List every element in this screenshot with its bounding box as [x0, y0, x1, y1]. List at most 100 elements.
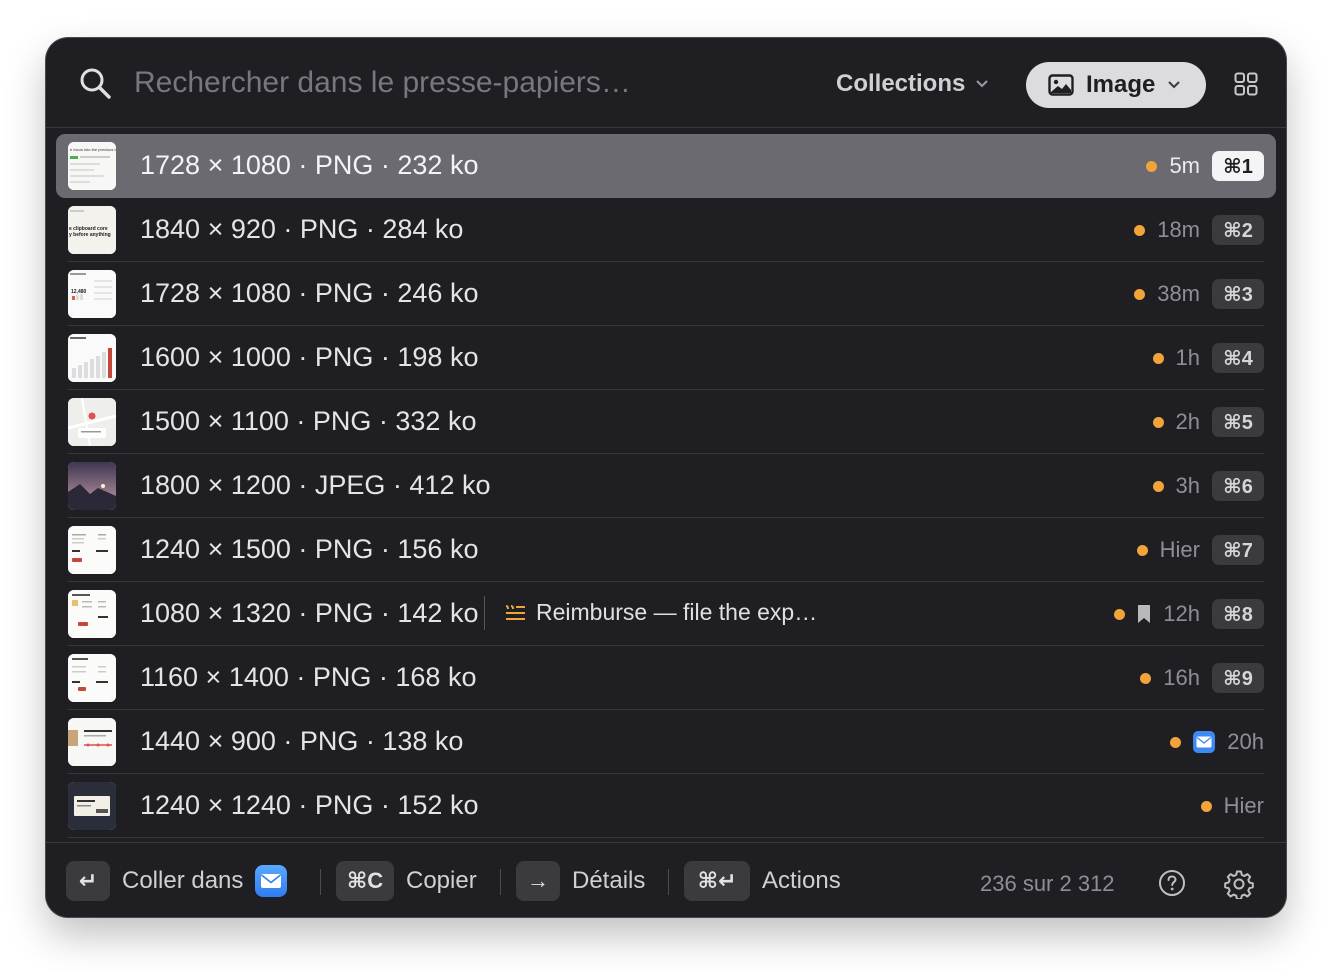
divider — [668, 869, 669, 895]
shortcut-badge: ⌘9 — [1212, 663, 1264, 693]
shortcut-badge: ⌘5 — [1212, 407, 1264, 437]
item-meta: 18m ⌘2 — [1134, 198, 1264, 262]
item-meta: Hier — [1200, 774, 1264, 838]
actions-action[interactable]: ⌘↵ Actions — [684, 861, 841, 901]
item-title: 1800 × 1200 · JPEG · 412 ko — [140, 470, 491, 500]
image-thumbnail: 12,480 — [68, 270, 116, 318]
image-icon — [1048, 74, 1074, 96]
mail-app-icon — [255, 865, 288, 897]
search-bar: Collections Image — [46, 38, 1286, 128]
shortcut-badge: ⌘7 — [1212, 535, 1264, 565]
item-title: 1728 × 1080 · PNG · 246 ko — [140, 278, 479, 308]
clipboard-item[interactable]: 1080 × 1320 · PNG · 142 ko Reimburse — fi… — [56, 582, 1276, 646]
search-input[interactable] — [134, 62, 774, 104]
details-label: Détails — [572, 867, 646, 894]
image-thumbnail — [68, 398, 116, 446]
status-dot — [1146, 160, 1158, 172]
collections-dropdown[interactable]: Collections — [836, 65, 989, 103]
type-filter-label: Image — [1086, 71, 1156, 98]
shortcut-badge: ⌘8 — [1212, 599, 1264, 629]
item-age: Hier — [1223, 793, 1264, 818]
shortcut-badge: ⌘1 — [1212, 151, 1264, 181]
details-action[interactable]: → Détails — [516, 861, 645, 901]
return-key-badge: ↵ — [66, 861, 110, 901]
status-dot — [1136, 544, 1148, 556]
item-title: 1500 × 1100 · PNG · 332 ko — [140, 406, 477, 436]
image-thumbnail — [68, 782, 116, 830]
status-dot — [1114, 608, 1126, 620]
item-meta: 3h ⌘6 — [1152, 454, 1264, 518]
divider — [500, 869, 501, 895]
gear-icon[interactable] — [1224, 869, 1254, 899]
item-title: 1160 × 1400 · PNG · 168 ko — [140, 662, 477, 692]
clipboard-item[interactable]: 1500 × 1100 · PNG · 332 ko 2h ⌘5 — [56, 390, 1276, 454]
item-age: 2h — [1175, 409, 1200, 434]
copy-action[interactable]: ⌘C Copier — [336, 861, 477, 901]
chevron-down-icon — [976, 80, 989, 88]
arrow-right-key-badge: → — [516, 861, 560, 901]
item-meta: 38m ⌘3 — [1134, 262, 1264, 326]
divider — [320, 869, 321, 895]
item-age: Hier — [1159, 537, 1200, 562]
clipboard-item[interactable]: 1160 × 1400 · PNG · 168 ko 16h ⌘9 — [56, 646, 1276, 710]
image-thumbnail: e clipboard core y before anything — [68, 206, 116, 254]
item-title: 1728 × 1080 · PNG · 232 ko — [140, 150, 479, 180]
divider — [484, 596, 485, 630]
item-age: 20h — [1227, 729, 1264, 754]
item-age: 18m — [1157, 217, 1200, 242]
clipboard-item[interactable]: e clipboard core y before anything 1840 × … — [56, 198, 1276, 262]
image-thumbnail — [68, 590, 116, 638]
grid-view-icon[interactable] — [1234, 72, 1258, 96]
copy-label: Copier — [406, 867, 477, 894]
item-title: 1840 × 920 · PNG · 284 ko — [140, 214, 464, 244]
item-age: 16h — [1163, 665, 1200, 690]
item-title: 1240 × 1240 · PNG · 152 ko — [140, 790, 479, 820]
item-age: 3h — [1175, 473, 1200, 498]
clipboard-item[interactable]: 1600 × 1000 · PNG · 198 ko 1h ⌘4 — [56, 326, 1276, 390]
bookmark-icon — [1138, 605, 1151, 623]
clipboard-item[interactable]: 1240 × 1240 · PNG · 152 ko Hier — [56, 774, 1276, 838]
clipboard-item[interactable]: 12,480 1728 × 1080 · PNG · 246 ko 38m ⌘3 — [56, 262, 1276, 326]
shortcut-badge: ⌘4 — [1212, 343, 1264, 373]
item-meta: 1h ⌘4 — [1152, 326, 1264, 390]
clipboard-list: e focus into the previous tab 1728 × 1080… — [56, 134, 1276, 842]
item-meta: 16h ⌘9 — [1140, 646, 1264, 710]
shortcut-badge: ⌘3 — [1212, 279, 1264, 309]
item-meta: 12h ⌘8 — [1114, 582, 1264, 646]
status-dot — [1134, 224, 1146, 236]
help-icon[interactable] — [1158, 869, 1186, 897]
type-filter-dropdown[interactable]: Image — [1026, 62, 1206, 108]
item-age: 38m — [1157, 281, 1200, 306]
shortcut-badge: ⌘2 — [1212, 215, 1264, 245]
image-thumbnail: e focus into the previous tab — [68, 142, 116, 190]
image-thumbnail — [68, 718, 116, 766]
note-text: Reimburse — file the exp… — [536, 599, 818, 625]
clipboard-item[interactable]: 1800 × 1200 · JPEG · 412 ko 3h ⌘6 — [56, 454, 1276, 518]
clipboard-item[interactable]: 1440 × 900 · PNG · 138 ko 20h — [56, 710, 1276, 774]
clipboard-item[interactable]: 1240 × 1500 · PNG · 156 ko Hier ⌘7 — [56, 518, 1276, 582]
item-age: 5m — [1169, 153, 1200, 178]
actions-label: Actions — [762, 867, 841, 894]
clipboard-item[interactable]: e focus into the previous tab 1728 × 1080… — [56, 134, 1276, 198]
item-meta: Hier ⌘7 — [1136, 518, 1264, 582]
image-thumbnail — [68, 654, 116, 702]
item-meta: 5m ⌘1 — [1146, 134, 1264, 198]
status-dot — [1170, 736, 1182, 748]
row-divider — [68, 837, 1264, 838]
status-dot — [1200, 800, 1212, 812]
item-age: 1h — [1175, 345, 1200, 370]
mail-app-icon — [1193, 731, 1216, 753]
status-dot — [1152, 352, 1164, 364]
item-title: 1240 × 1500 · PNG · 156 ko — [140, 534, 479, 564]
item-meta: 2h ⌘5 — [1152, 390, 1264, 454]
image-thumbnail — [68, 462, 116, 510]
clipboard-window: Collections Image e focus into the previ… — [46, 38, 1286, 917]
item-age: 12h — [1163, 601, 1200, 626]
svg-text:y before anything: y before anything — [69, 232, 111, 238]
paste-action[interactable]: ↵ Coller dans — [66, 861, 288, 901]
item-title: 1080 × 1320 · PNG · 142 ko — [140, 598, 479, 628]
chevron-down-icon — [1168, 81, 1181, 89]
status-dot — [1152, 480, 1164, 492]
copy-key-badge: ⌘C — [336, 861, 394, 901]
status-dot — [1140, 672, 1152, 684]
